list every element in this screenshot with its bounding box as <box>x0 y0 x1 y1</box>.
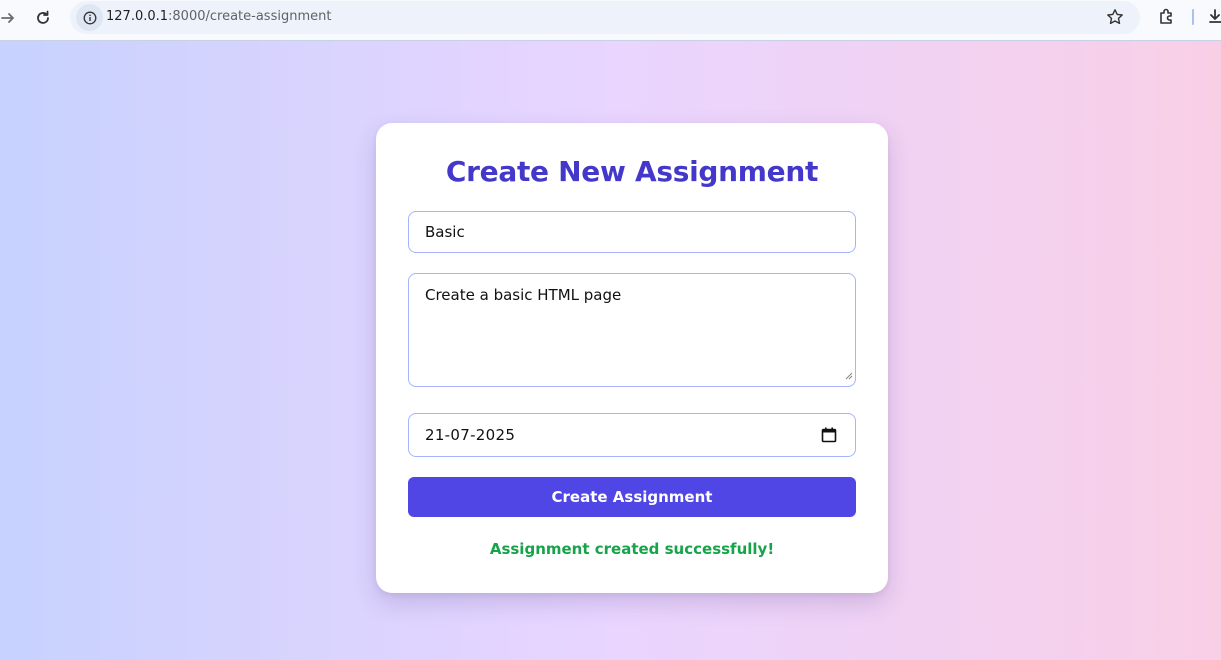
browser-toolbar: 127.0.0.1:8000/create-assignment <box>0 0 1221 41</box>
download-icon[interactable] <box>1208 7 1221 31</box>
bookmark-star-icon[interactable] <box>1106 8 1124 30</box>
due-date-value: 21-07-2025 <box>425 426 516 444</box>
url-host: 127.0.0.1 <box>106 9 169 24</box>
assignment-form-card: Create New Assignment Basic Create a bas… <box>376 123 888 593</box>
url-text[interactable]: 127.0.0.1:8000/create-assignment <box>106 9 331 24</box>
due-date-input[interactable]: 21-07-2025 <box>408 413 856 457</box>
url-path: :8000/create-assignment <box>168 9 332 24</box>
reload-icon[interactable] <box>29 6 57 30</box>
site-info-icon[interactable] <box>76 4 103 31</box>
toolbar-separator <box>1192 9 1194 25</box>
page-title: Create New Assignment <box>445 155 819 188</box>
forward-icon[interactable] <box>0 6 22 30</box>
assignment-description-textarea[interactable]: Create a basic HTML page <box>408 273 856 387</box>
assignment-title-input[interactable]: Basic <box>408 211 856 253</box>
title-input-value: Basic <box>425 223 465 241</box>
calendar-icon[interactable] <box>821 427 837 447</box>
resize-grip-icon[interactable] <box>845 366 853 384</box>
description-input-value: Create a basic HTML page <box>425 286 622 304</box>
extensions-icon[interactable] <box>1157 7 1177 31</box>
address-bar[interactable]: 127.0.0.1:8000/create-assignment <box>70 1 1140 34</box>
create-assignment-button[interactable]: Create Assignment <box>408 477 856 517</box>
page-background: Create New Assignment Basic Create a bas… <box>0 41 1221 660</box>
create-assignment-button-label: Create Assignment <box>551 488 713 506</box>
success-message: Assignment created successfully! <box>489 540 775 558</box>
